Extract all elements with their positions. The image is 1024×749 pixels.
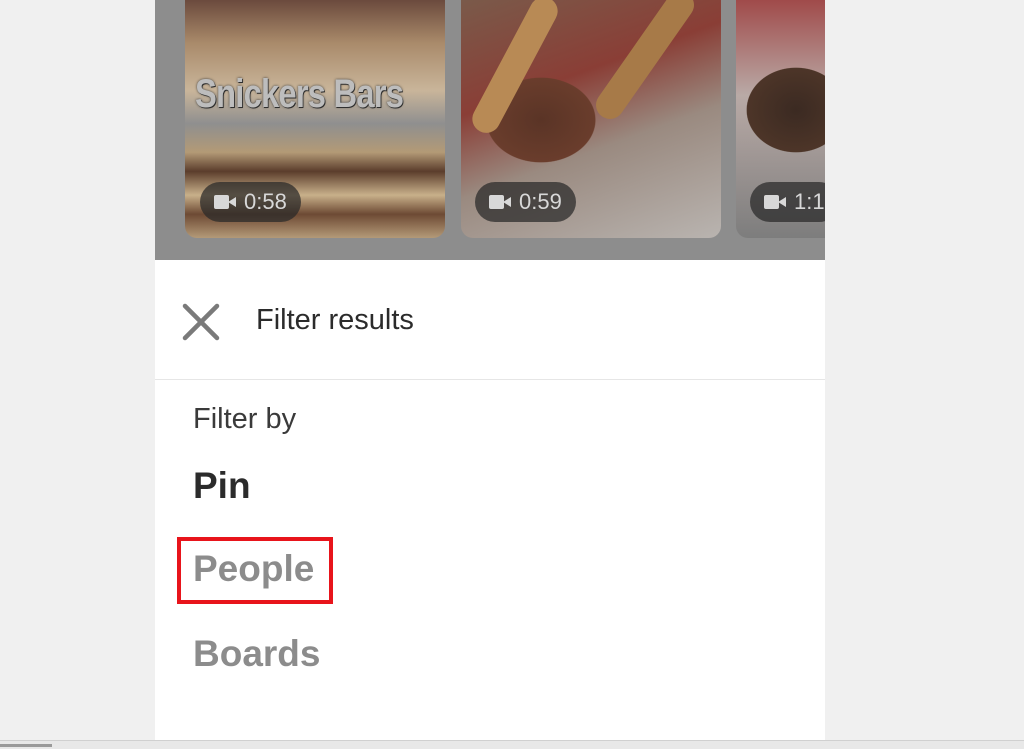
video-duration: 0:59 <box>519 189 562 214</box>
pin-results-strip: Snickers Bars 0:58 0:59 1:1 <box>155 0 825 260</box>
video-duration-badge: 0:58 <box>200 182 301 222</box>
video-camera-icon <box>214 195 236 209</box>
pin-card[interactable]: Snickers Bars 0:58 <box>185 0 445 238</box>
filter-sheet-header: Filter results <box>155 260 825 380</box>
close-button[interactable] <box>181 302 221 342</box>
pin-image-detail <box>590 0 700 125</box>
highlight-annotation-box <box>177 537 333 604</box>
video-camera-icon <box>489 195 511 209</box>
pin-image-detail <box>467 0 563 138</box>
scrollbar-thumb[interactable] <box>0 744 52 747</box>
close-icon <box>182 303 220 341</box>
filter-by-label: Filter by <box>193 403 297 435</box>
pin-overlay-title: Snickers Bars <box>195 72 404 116</box>
pin-card[interactable]: 0:59 <box>461 0 721 238</box>
filter-option-boards[interactable]: Boards <box>193 633 320 675</box>
sheet-title: Filter results <box>256 304 414 336</box>
bottom-scrollbar[interactable] <box>0 740 1024 749</box>
video-duration-badge: 0:59 <box>475 182 576 222</box>
filter-option-pin[interactable]: Pin <box>193 465 251 507</box>
video-duration: 0:58 <box>244 189 287 214</box>
video-duration: 1:1 <box>794 189 825 214</box>
pin-card[interactable]: 1:1 <box>736 0 825 238</box>
video-duration-badge: 1:1 <box>750 182 825 222</box>
video-camera-icon <box>764 195 786 209</box>
phone-screen: Snickers Bars 0:58 0:59 1:1 Filter resul… <box>155 0 825 740</box>
